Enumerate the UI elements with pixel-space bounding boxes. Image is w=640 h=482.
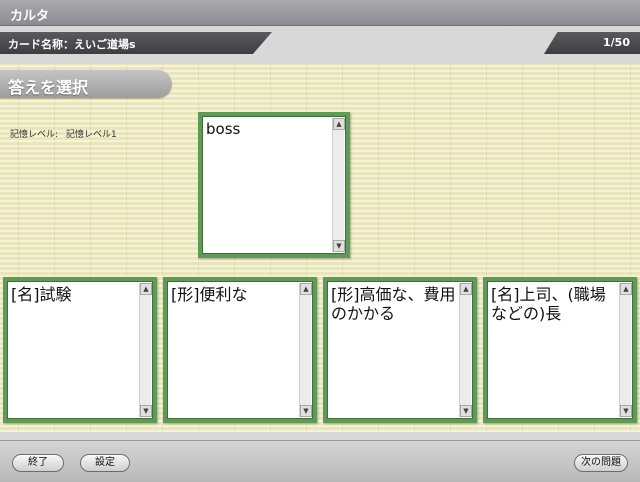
section-header: 答えを選択: [0, 70, 172, 98]
memory-level-value: 記憶レベル1: [66, 130, 117, 140]
memory-level: 記憶レベル: 記憶レベル1: [10, 127, 117, 140]
question-scrollbar[interactable]: ▲ ▼: [332, 118, 345, 252]
scroll-up-arrow-icon[interactable]: ▲: [140, 283, 152, 295]
title-bar: カルタ: [0, 0, 640, 26]
card-name-label: カード名称：えいご道場s: [8, 38, 136, 51]
answer-scrollbar-1[interactable]: ▲ ▼: [139, 283, 152, 417]
answer-text-3: [形]高価な、費用のかかる: [331, 285, 456, 324]
scroll-up-arrow-icon[interactable]: ▲: [300, 283, 312, 295]
scroll-down-arrow-icon[interactable]: ▼: [140, 405, 152, 417]
scroll-up-arrow-icon[interactable]: ▲: [620, 283, 632, 295]
answer-card-1[interactable]: [名]試験 ▲ ▼: [3, 277, 157, 423]
scroll-down-arrow-icon[interactable]: ▼: [620, 405, 632, 417]
card-counter: 1/50: [603, 36, 630, 49]
scroll-down-arrow-icon[interactable]: ▼: [333, 240, 345, 252]
answer-card-3[interactable]: [形]高価な、費用のかかる ▲ ▼: [323, 277, 477, 423]
counter-bar: 1/50: [544, 32, 640, 54]
exit-button[interactable]: 終了: [12, 454, 64, 472]
memory-level-label: 記憶レベル:: [10, 130, 59, 140]
section-title: 答えを選択: [8, 78, 89, 97]
card-name-bar: カード名称：えいご道場s: [0, 32, 272, 54]
scroll-up-arrow-icon[interactable]: ▲: [333, 118, 345, 130]
scroll-down-arrow-icon[interactable]: ▼: [460, 405, 472, 417]
answer-card-4[interactable]: [名]上司、(職場などの)長 ▲ ▼: [483, 277, 637, 423]
answer-scrollbar-3[interactable]: ▲ ▼: [459, 283, 472, 417]
question-text: boss: [206, 120, 241, 138]
next-question-button[interactable]: 次の問題: [574, 454, 628, 472]
answer-card-2[interactable]: [形]便利な ▲ ▼: [163, 277, 317, 423]
settings-button[interactable]: 設定: [80, 454, 130, 472]
answer-text-2: [形]便利な: [171, 285, 248, 304]
info-bar: カード名称：えいご道場s 1/50: [0, 32, 640, 54]
answer-scrollbar-2[interactable]: ▲ ▼: [299, 283, 312, 417]
footer-bar: 終了 設定 次の問題: [0, 440, 640, 482]
window-title: カルタ: [10, 9, 50, 24]
answer-text-1: [名]試験: [11, 285, 72, 304]
answer-scrollbar-4[interactable]: ▲ ▼: [619, 283, 632, 417]
scroll-up-arrow-icon[interactable]: ▲: [460, 283, 472, 295]
question-card: boss ▲ ▼: [198, 112, 350, 258]
answer-text-4: [名]上司、(職場などの)長: [491, 285, 606, 324]
scroll-down-arrow-icon[interactable]: ▼: [300, 405, 312, 417]
